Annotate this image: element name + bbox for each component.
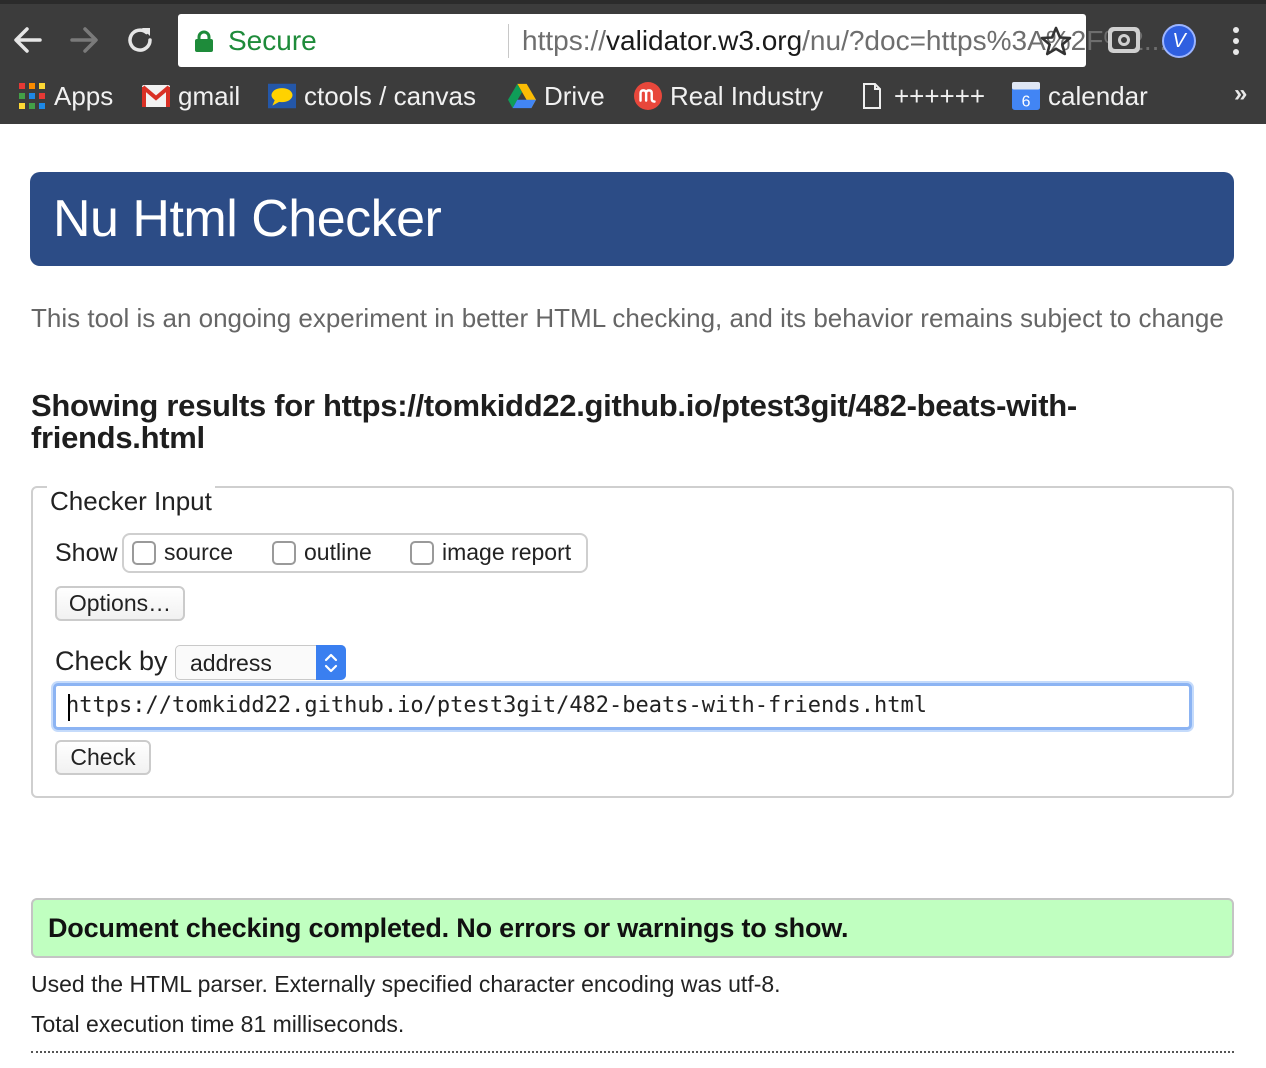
execution-time-text: Total execution time 81 milliseconds.	[31, 1011, 405, 1037]
bookmarks-bar: Apps gmail ctools / canvas Drive Real In…	[0, 76, 1266, 116]
bookmark-label: Drive	[544, 80, 605, 111]
text-caret	[68, 694, 70, 721]
options-button[interactable]: Options…	[55, 586, 185, 621]
bookmark-label: Real Industry	[670, 80, 824, 111]
gmail-icon	[142, 82, 170, 110]
reload-button[interactable]	[122, 22, 158, 58]
show-outline-option[interactable]: outline	[272, 539, 372, 566]
success-message-box: Document checking completed. No errors o…	[31, 898, 1234, 958]
bookmark-drive[interactable]: Drive	[508, 78, 605, 114]
chat-bubble-icon	[268, 82, 296, 110]
svg-text:6: 6	[1022, 93, 1031, 110]
check-by-select[interactable]: address	[175, 645, 346, 680]
page-icon	[858, 82, 886, 110]
lock-icon	[195, 30, 213, 52]
secure-label: Secure	[228, 25, 317, 56]
bookmark-label: gmail	[178, 80, 241, 111]
success-message: Document checking completed. No errors o…	[48, 913, 849, 943]
source-label: source	[164, 539, 234, 565]
document-url-input[interactable]: https://tomkidd22.github.io/ptest3git/48…	[53, 683, 1192, 730]
bookmark-label: calendar	[1048, 80, 1148, 111]
browser-menu-icon[interactable]	[1224, 24, 1248, 58]
show-source-option[interactable]: source	[132, 539, 233, 566]
bookmark-gmail[interactable]: gmail	[142, 78, 240, 114]
intro-text: This tool is an ongoing experiment in be…	[31, 303, 1224, 333]
forward-arrow-icon	[70, 27, 98, 53]
back-button[interactable]	[10, 22, 46, 58]
select-arrows-icon	[316, 645, 346, 680]
address-url[interactable]: https://validator.w3.org/nu/?doc=https%3…	[522, 24, 1194, 58]
menu-dot	[1233, 49, 1239, 55]
bookmarks-overflow-button[interactable]: »	[1234, 80, 1247, 108]
forward-button[interactable]	[66, 22, 102, 58]
url-host: validator.w3.org	[606, 25, 803, 56]
real-industry-icon	[634, 82, 662, 110]
address-bar[interactable]: Secure https://validator.w3.org/nu/?doc=…	[178, 14, 1167, 67]
bookmark-real-industry[interactable]: Real Industry	[634, 78, 823, 114]
parser-info-text: Used the HTML parser. Externally specifi…	[31, 971, 781, 997]
check-by-label: Check by	[55, 646, 168, 676]
profile-extension-icon[interactable]: V	[1162, 24, 1196, 58]
source-checkbox[interactable]	[132, 540, 156, 565]
screencast-extension-icon[interactable]	[1106, 24, 1142, 56]
page-banner: Nu Html Checker	[30, 172, 1234, 266]
menu-dot	[1233, 38, 1239, 44]
bookmark-apps[interactable]: Apps	[18, 78, 113, 114]
apps-grid-icon	[18, 82, 46, 110]
document-url-value: https://tomkidd22.github.io/ptest3git/48…	[66, 693, 927, 718]
checker-input-legend: Checker Input	[47, 486, 215, 516]
url-scheme: https://	[522, 25, 607, 56]
address-separator	[508, 24, 509, 58]
bookmark-ctools-canvas[interactable]: ctools / canvas	[268, 78, 476, 114]
tab-strip-edge	[0, 0, 1266, 4]
menu-dot	[1233, 27, 1239, 33]
drive-icon	[508, 82, 536, 110]
back-arrow-icon	[14, 27, 42, 53]
bookmark-plus-page[interactable]: ++++++	[858, 78, 985, 114]
show-image-report-option[interactable]: image report	[410, 539, 571, 566]
check-button[interactable]: Check	[55, 740, 151, 775]
results-heading: Showing results for https://tomkidd22.gi…	[31, 388, 1077, 455]
outline-checkbox[interactable]	[272, 540, 296, 565]
page-title: Nu Html Checker	[53, 190, 442, 248]
dotted-divider	[31, 1051, 1234, 1053]
bookmark-label: ctools / canvas	[304, 80, 476, 111]
bookmark-calendar[interactable]: 6 calendar	[1012, 78, 1148, 114]
image-report-checkbox[interactable]	[410, 540, 434, 565]
outline-label: outline	[304, 539, 372, 565]
bookmark-label: Apps	[54, 80, 114, 111]
calendar-icon: 6	[1012, 82, 1040, 110]
browser-toolbar: Secure https://validator.w3.org/nu/?doc=…	[0, 0, 1266, 124]
reload-icon	[128, 28, 152, 52]
image-report-label: image report	[442, 539, 572, 565]
show-label: Show	[55, 539, 118, 567]
bookmark-label: ++++++	[894, 80, 986, 111]
check-by-value: address	[190, 650, 272, 676]
bookmark-star-icon[interactable]	[1040, 26, 1072, 56]
